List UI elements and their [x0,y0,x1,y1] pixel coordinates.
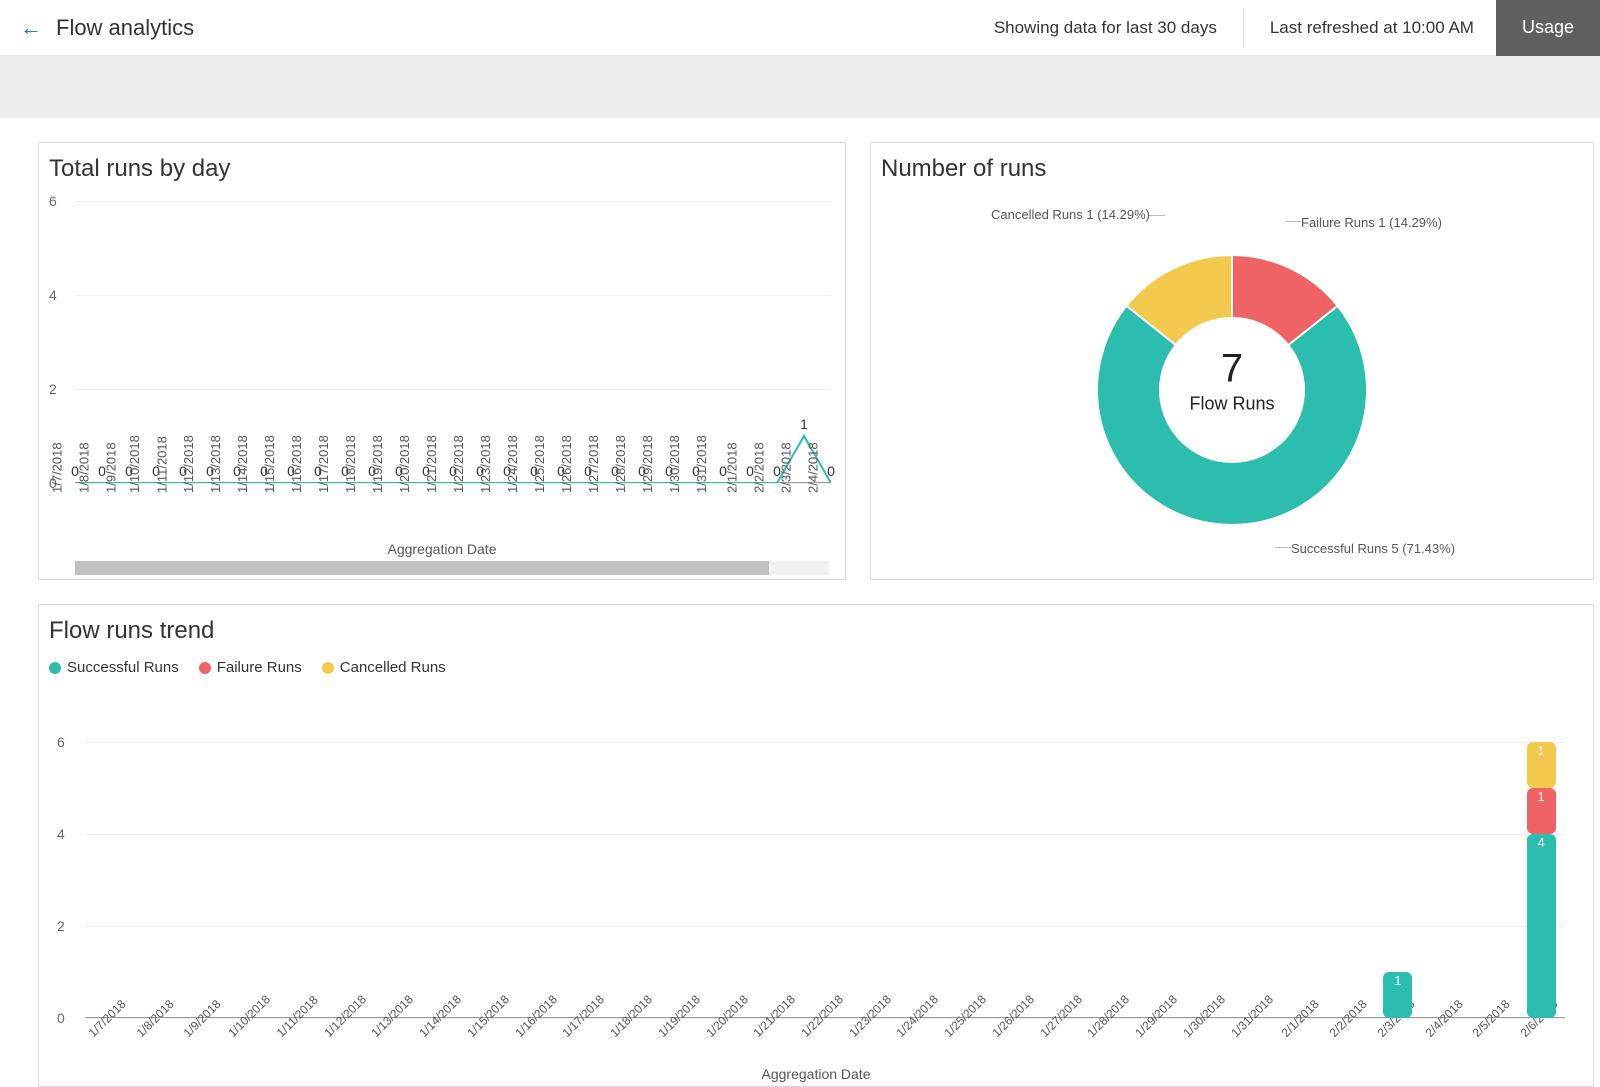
card-title: Flow runs trend [39,605,1593,651]
card-title: Total runs by day [39,143,845,189]
card-total-runs-by-day: Total runs by day 024601/7/201801/8/2018… [38,142,846,580]
y-tick: 4 [49,287,57,303]
divider [1243,8,1244,48]
card-flow-runs-trend: Flow runs trend Successful Runs Failure R… [38,604,1594,1087]
legend-dot-icon [322,662,334,674]
x-tick: 1/19/2018 [370,435,385,493]
x-tick: 1/13/2018 [208,435,223,493]
header-band [0,56,1600,118]
y-tick: 0 [57,1010,65,1026]
x-tick: 1/24/2018 [505,435,520,493]
bar-segment[interactable]: 1 [1527,742,1556,788]
x-tick: 1/7/2018 [50,442,65,493]
x-tick: 1/20/2018 [397,435,412,493]
donut-center: 7 Flow Runs [1189,347,1274,415]
x-tick: 1/8/2018 [77,442,92,493]
stacked-bar-chart[interactable]: 02461/7/20181/8/20181/9/20181/10/20181/1… [85,742,1565,1018]
legend-dot-icon [199,662,211,674]
x-tick: 1/9/2018 [104,442,119,493]
x-tick: 1/18/2018 [343,435,358,493]
donut-total: 7 [1189,347,1274,392]
x-axis-label: Aggregation Date [388,541,497,557]
y-tick: 2 [49,381,57,397]
x-tick: 1/26/2018 [559,435,574,493]
usage-button[interactable]: Usage [1496,0,1600,56]
legend-dot-icon [49,662,61,674]
line-chart[interactable]: 024601/7/201801/8/201801/9/201801/10/201… [75,201,831,483]
x-tick: 1/17/2018 [316,435,331,493]
x-tick: 1/11/2018 [155,436,170,493]
chart-legend: Successful Runs Failure Runs Cancelled Run… [39,651,1593,686]
data-label: 0 [827,463,835,479]
legend-item[interactable]: Cancelled Runs [322,659,446,676]
data-window-label: Showing data for last 30 days [972,18,1239,38]
header-bar: ← Flow analytics Showing data for last 3… [0,0,1600,56]
x-tick: 2/4/2018 [806,442,821,493]
bar-segment[interactable]: 1 [1383,972,1412,1018]
x-tick: 1/10/2018 [127,435,142,493]
x-tick: 1/15/2018 [262,435,277,493]
x-tick: 1/25/2018 [532,435,547,493]
y-tick: 4 [57,826,65,842]
x-tick: 2/3/2018 [779,442,794,493]
page-title: Flow analytics [56,15,194,41]
data-label: 1 [800,416,808,432]
y-tick: 2 [57,918,65,934]
x-tick: 1/28/2018 [613,435,628,493]
back-arrow-icon[interactable]: ← [20,15,56,41]
x-tick: 1/27/2018 [586,435,601,493]
scrollbar-thumb[interactable] [75,561,769,575]
y-tick: 6 [49,193,57,209]
x-tick: 2/2/2018 [752,442,767,493]
legend-label: Successful Runs [67,659,179,676]
donut-slice-label: Cancelled Runs 1 (14.29%) [991,207,1150,222]
donut-slice-label: Successful Runs 5 (71.43%) [1291,541,1455,556]
donut-sub-label: Flow Runs [1189,394,1274,415]
y-tick: 6 [57,734,65,750]
card-number-of-runs: Number of runs 7 Flow Runs Cancelled Run… [870,142,1594,580]
x-axis-label: Aggregation Date [762,1066,871,1082]
x-tick: 1/22/2018 [451,435,466,493]
bar-segment[interactable]: 4 [1527,834,1556,1018]
x-tick: 1/12/2018 [181,435,196,493]
x-tick: 1/23/2018 [478,435,493,493]
x-tick: 1/21/2018 [424,435,439,493]
x-tick: 1/29/2018 [640,435,655,493]
card-title: Number of runs [871,143,1593,189]
legend-item[interactable]: Failure Runs [199,659,302,676]
donut-chart[interactable]: 7 Flow Runs Cancelled Runs 1 (14.29%) Fai… [871,189,1593,579]
x-tick: 2/1/2018 [725,442,740,493]
x-tick: 1/16/2018 [289,435,304,493]
last-refreshed-label: Last refreshed at 10:00 AM [1248,18,1496,38]
legend-item[interactable]: Successful Runs [49,659,179,676]
x-tick: 1/30/2018 [667,435,682,493]
bar-segment[interactable]: 1 [1527,788,1556,834]
x-tick: 1/31/2018 [694,435,709,493]
horizontal-scrollbar[interactable] [75,561,829,575]
legend-label: Cancelled Runs [340,659,446,676]
donut-slice-label: Failure Runs 1 (14.29%) [1301,215,1442,230]
x-tick: 1/14/2018 [235,435,250,493]
legend-label: Failure Runs [217,659,302,676]
